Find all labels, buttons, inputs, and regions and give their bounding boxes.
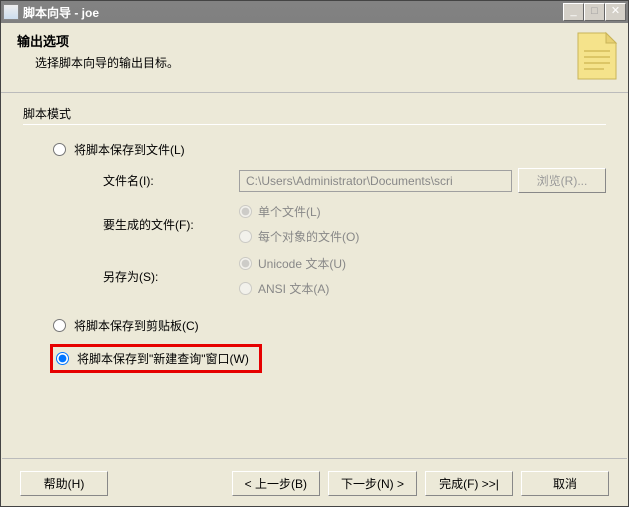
window-title: 脚本向导 - joe xyxy=(23,4,563,21)
back-button[interactable]: < 上一步(B) xyxy=(232,471,320,496)
help-button[interactable]: 帮助(H) xyxy=(20,471,108,496)
close-button[interactable]: ✕ xyxy=(605,3,626,21)
radio-save-to-new-query[interactable] xyxy=(56,352,69,365)
label-save-to-clipboard: 将脚本保存到剪贴板(C) xyxy=(74,317,199,334)
radio-unicode xyxy=(239,257,252,270)
files-to-generate-label: 要生成的文件(F): xyxy=(103,216,233,233)
option-save-to-file[interactable]: 将脚本保存到文件(L) xyxy=(23,137,606,162)
divider xyxy=(23,124,606,125)
radio-single-file xyxy=(239,205,252,218)
file-name-label: 文件名(I): xyxy=(103,172,233,189)
label-save-to-new-query: 将脚本保存到"新建查询"窗口(W) xyxy=(77,350,249,367)
minimize-button[interactable]: _ xyxy=(563,3,584,21)
label-save-to-file: 将脚本保存到文件(L) xyxy=(74,141,185,158)
wizard-window: 脚本向导 - joe _ □ ✕ 输出选项 选择脚本向导的输出目标。 脚本模式 … xyxy=(0,0,629,507)
option-save-to-new-query-highlight: 将脚本保存到"新建查询"窗口(W) xyxy=(50,344,262,373)
wizard-header: 输出选项 选择脚本向导的输出目标。 xyxy=(1,23,628,93)
option-save-to-clipboard[interactable]: 将脚本保存到剪贴板(C) xyxy=(23,313,606,338)
page-title: 输出选项 xyxy=(17,31,612,50)
maximize-button: □ xyxy=(584,3,605,21)
radio-ansi xyxy=(239,282,252,295)
option-ansi: ANSI 文本(A) xyxy=(239,280,606,297)
save-as-label: 另存为(S): xyxy=(103,268,233,285)
file-path-input xyxy=(239,170,512,192)
radio-per-object-file xyxy=(239,230,252,243)
next-button[interactable]: 下一步(N) > xyxy=(328,471,417,496)
window-buttons: _ □ ✕ xyxy=(563,3,626,21)
option-per-object-file: 每个对象的文件(O) xyxy=(239,228,606,245)
option-unicode: Unicode 文本(U) xyxy=(239,255,606,272)
browse-button: 浏览(R)... xyxy=(518,168,606,193)
cancel-button[interactable]: 取消 xyxy=(521,471,609,496)
document-icon xyxy=(574,29,618,81)
radio-save-to-file[interactable] xyxy=(53,143,66,156)
wizard-body: 脚本模式 将脚本保存到文件(L) 文件名(I): 浏览(R)... 要生成的文件… xyxy=(1,93,628,453)
fieldset-label: 脚本模式 xyxy=(23,105,606,122)
page-subtitle: 选择脚本向导的输出目标。 xyxy=(35,54,612,71)
titlebar: 脚本向导 - joe _ □ ✕ xyxy=(1,1,628,23)
option-single-file: 单个文件(L) xyxy=(239,203,606,220)
finish-button[interactable]: 完成(F) >>| xyxy=(425,471,513,496)
wizard-footer: 帮助(H) < 上一步(B) 下一步(N) > 完成(F) >>| 取消 xyxy=(2,458,627,496)
radio-save-to-clipboard[interactable] xyxy=(53,319,66,332)
app-icon xyxy=(3,4,19,20)
file-options-panel: 文件名(I): 浏览(R)... 要生成的文件(F): 单个文件(L) 每个对象… xyxy=(103,162,606,303)
